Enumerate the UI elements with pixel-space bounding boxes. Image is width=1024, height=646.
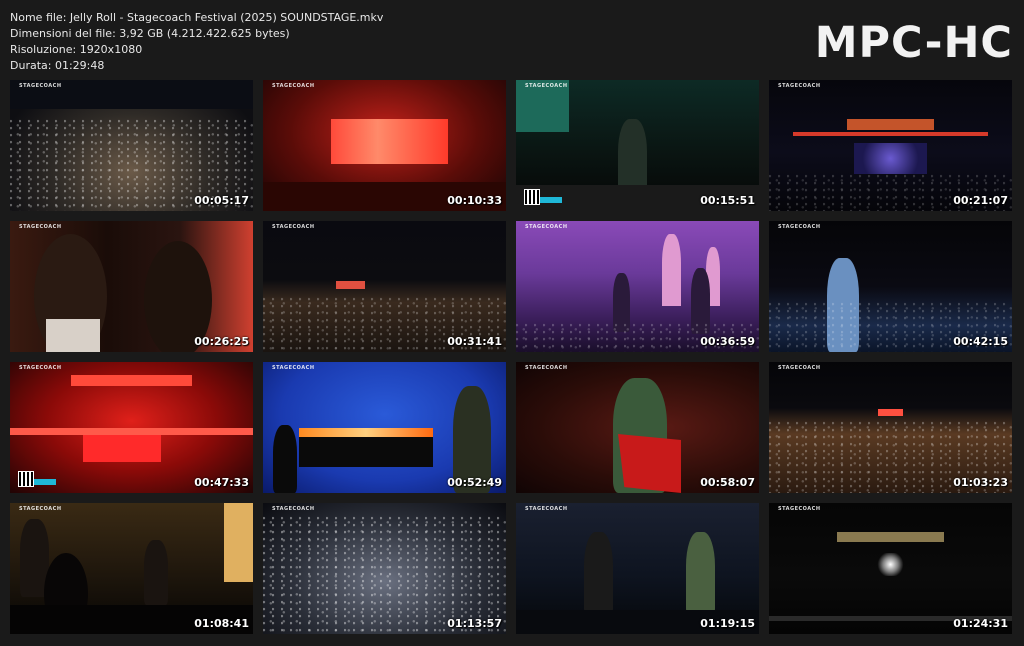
video-frame [10, 80, 253, 211]
file-name: Nome file: Jelly Roll - Stagecoach Festi… [10, 11, 384, 24]
file-size: Dimensioni del file: 3,92 GB (4.212.422.… [10, 27, 290, 40]
stagecoach-logo: STAGECOACH [778, 83, 821, 89]
stagecoach-logo: STAGECOACH [525, 365, 568, 371]
stagecoach-logo: STAGECOACH [19, 83, 62, 89]
stagecoach-logo: STAGECOACH [525, 224, 568, 230]
thumbnail[interactable]: STAGECOACH 00:31:41 [263, 221, 506, 352]
timestamp: 00:26:25 [194, 335, 249, 348]
thumbnail-grid: STAGECOACH 00:05:17 STAGECOACH 00:10:33 … [10, 80, 1014, 634]
thumbnail[interactable]: STAGECOACH 00:52:49 [263, 362, 506, 493]
timestamp: 00:15:51 [700, 194, 755, 207]
thumbnail[interactable]: STAGECOACH 00:36:59 [516, 221, 759, 352]
video-frame [769, 80, 1012, 211]
video-frame [516, 362, 759, 493]
file-info: Nome file: Jelly Roll - Stagecoach Festi… [10, 10, 383, 74]
thumbnail[interactable]: STAGECOACH 01:03:23 [769, 362, 1012, 493]
video-frame [263, 503, 506, 634]
timestamp: 00:36:59 [700, 335, 755, 348]
timestamp: 00:31:41 [447, 335, 502, 348]
video-frame [10, 503, 253, 634]
qr-code-icon [524, 189, 540, 205]
timestamp: 00:58:07 [700, 476, 755, 489]
stagecoach-logo: STAGECOACH [19, 365, 62, 371]
video-frame [263, 80, 506, 211]
timestamp: 00:52:49 [447, 476, 502, 489]
stagecoach-logo: STAGECOACH [778, 224, 821, 230]
video-frame [263, 362, 506, 493]
file-resolution: Risoluzione: 1920x1080 [10, 43, 143, 56]
timestamp: 00:47:33 [194, 476, 249, 489]
video-frame [769, 362, 1012, 493]
stagecoach-logo: STAGECOACH [525, 83, 568, 89]
thumbnail[interactable]: STAGECOACH 00:42:15 [769, 221, 1012, 352]
mpc-hc-logo: MPC-HC [814, 18, 1013, 68]
video-frame [10, 221, 253, 352]
stagecoach-logo: STAGECOACH [272, 83, 315, 89]
video-frame [769, 221, 1012, 352]
timestamp: 00:10:33 [447, 194, 502, 207]
timestamp: 01:08:41 [194, 617, 249, 630]
stagecoach-logo: STAGECOACH [272, 224, 315, 230]
video-frame [516, 80, 759, 211]
video-frame [10, 362, 253, 493]
stagecoach-logo: STAGECOACH [525, 506, 568, 512]
thumbnail[interactable]: STAGECOACH 00:15:51 [516, 80, 759, 211]
timestamp: 00:05:17 [194, 194, 249, 207]
thumbnail[interactable]: STAGECOACH 00:26:25 [10, 221, 253, 352]
stagecoach-logo: STAGECOACH [19, 506, 62, 512]
timestamp: 01:19:15 [700, 617, 755, 630]
thumbnail[interactable]: STAGECOACH 00:58:07 [516, 362, 759, 493]
thumbnail[interactable]: STAGECOACH 01:19:15 [516, 503, 759, 634]
stagecoach-logo: STAGECOACH [778, 506, 821, 512]
promo-banner [540, 197, 562, 203]
video-frame [263, 221, 506, 352]
video-frame [516, 221, 759, 352]
stagecoach-logo: STAGECOACH [19, 224, 62, 230]
timestamp: 01:13:57 [447, 617, 502, 630]
timestamp: 01:24:31 [953, 617, 1008, 630]
timestamp: 01:03:23 [953, 476, 1008, 489]
stagecoach-logo: STAGECOACH [272, 506, 315, 512]
thumbnail[interactable]: STAGECOACH 00:10:33 [263, 80, 506, 211]
stagecoach-logo: STAGECOACH [272, 365, 315, 371]
thumbnail[interactable]: STAGECOACH 00:47:33 [10, 362, 253, 493]
stagecoach-logo: STAGECOACH [778, 365, 821, 371]
timestamp: 00:42:15 [953, 335, 1008, 348]
file-duration: Durata: 01:29:48 [10, 59, 105, 72]
qr-code-icon [18, 471, 34, 487]
thumbnail[interactable]: STAGECOACH 01:13:57 [263, 503, 506, 634]
thumbnail[interactable]: STAGECOACH 00:21:07 [769, 80, 1012, 211]
promo-banner [34, 479, 56, 485]
timestamp: 00:21:07 [953, 194, 1008, 207]
video-frame [769, 503, 1012, 634]
video-frame [516, 503, 759, 634]
thumbnail[interactable]: STAGECOACH 01:08:41 [10, 503, 253, 634]
thumbnail[interactable]: STAGECOACH 01:24:31 [769, 503, 1012, 634]
thumbnail[interactable]: STAGECOACH 00:05:17 [10, 80, 253, 211]
